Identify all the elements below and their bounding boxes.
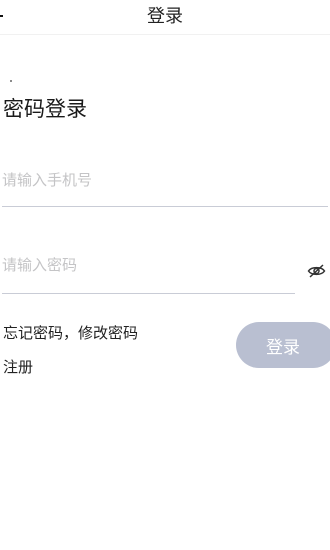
login-heading: 密码登录 xyxy=(3,97,87,121)
page-title: 登录 xyxy=(147,6,183,27)
register-link[interactable]: 注册 xyxy=(3,356,138,378)
top-nav-bar: 登录 xyxy=(0,0,330,35)
forgot-password-link[interactable]: 忘记密码，修改密码 xyxy=(3,322,138,344)
phone-input[interactable] xyxy=(2,168,328,192)
password-input[interactable] xyxy=(2,253,295,277)
eye-icon[interactable] xyxy=(307,262,326,280)
password-field-container xyxy=(2,253,295,294)
login-button[interactable]: 登录 xyxy=(236,322,330,368)
phone-field-container xyxy=(2,168,328,207)
auth-links: 忘记密码，修改密码 注册 xyxy=(3,322,138,378)
decorative-dot xyxy=(10,80,12,82)
